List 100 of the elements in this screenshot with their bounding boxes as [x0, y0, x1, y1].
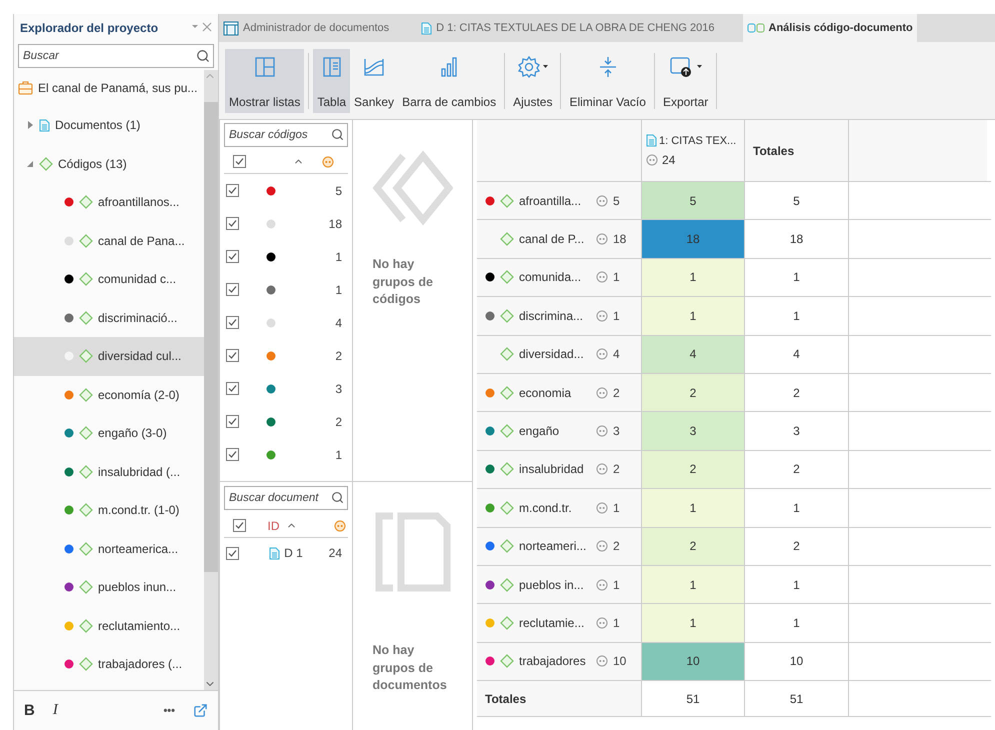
table-cell: 3: [642, 412, 745, 450]
quotation-icon: [596, 386, 608, 399]
empty-message: No hay grupos de códigos: [372, 256, 434, 308]
tree-row[interactable]: afroantillanos...: [14, 183, 204, 222]
quotation-icon: [596, 425, 608, 438]
quotation-count: 1: [335, 448, 342, 462]
quotation-count: 5: [335, 184, 342, 198]
tree-row[interactable]: canal de Pana...: [14, 222, 204, 260]
expand-caret-icon[interactable]: [26, 121, 34, 130]
quotation-count: 4: [613, 347, 620, 362]
row-header: Totales: [485, 692, 526, 706]
code-label: canal de Pana...: [98, 234, 185, 248]
layout-icon: [252, 54, 277, 78]
quotation-count: 5: [613, 194, 620, 208]
tab[interactable]: Análisis código-documento: [742, 14, 917, 42]
toolbar-button[interactable]: Eliminar Vacío: [565, 48, 650, 112]
quotation-icon: [322, 156, 334, 168]
checkbox[interactable]: [226, 316, 239, 329]
table-cell: 18: [642, 220, 745, 258]
tree-row[interactable]: discriminació...: [14, 298, 204, 337]
tree-row[interactable]: insalubridad (...: [14, 452, 204, 491]
tree-row[interactable]: trabajadores (...: [14, 645, 204, 684]
toolbar-button[interactable]: Exportar: [658, 48, 712, 112]
tree-row[interactable]: pueblos inun...: [14, 568, 204, 606]
checkbox[interactable]: [226, 448, 239, 461]
code-label: norteameri...: [519, 539, 588, 554]
panel-title: Explorador del proyecto: [20, 21, 158, 35]
search-field[interactable]: Buscar document: [224, 486, 348, 510]
checkbox[interactable]: [226, 382, 239, 395]
code-label: afroantillanos...: [98, 195, 180, 210]
quotation-icon: [596, 348, 608, 360]
column-header[interactable]: ID: [268, 518, 280, 532]
code-label: engaño: [519, 424, 560, 438]
pin-close-icon[interactable]: [190, 22, 212, 32]
tree-row[interactable]: m.cond.tr. (1-0): [14, 491, 204, 530]
code-icon: [500, 654, 514, 668]
code-label: trabajadores (...: [98, 657, 182, 672]
column-header[interactable]: 1: CITAS TEX...: [659, 134, 736, 146]
quotation-icon: [596, 310, 608, 322]
code-label: engaño (3-0): [98, 426, 167, 440]
document-group-icon: [372, 512, 452, 592]
quotation-count: 2: [335, 348, 342, 362]
tree-row[interactable]: norteamerica...: [14, 530, 204, 568]
quotation-count: 1: [613, 270, 620, 284]
tree-row[interactable]: reclutamiento...: [14, 606, 204, 645]
external-link-icon[interactable]: [193, 703, 208, 718]
scrollbar-thumb[interactable]: [204, 102, 218, 572]
collapse-caret-icon[interactable]: [26, 160, 34, 168]
code-label: pueblos inun...: [98, 580, 176, 594]
project-name[interactable]: El canal de Panamá, sus pu...: [38, 81, 198, 95]
document-icon: [646, 134, 657, 147]
checkbox[interactable]: [226, 546, 239, 560]
code-icon: [500, 424, 514, 438]
checkbox[interactable]: [226, 184, 239, 197]
document-id: D 1: [284, 546, 303, 560]
quotation-icon: [596, 194, 608, 207]
quotation-count: 2: [613, 462, 620, 476]
search-field[interactable]: Buscar: [18, 44, 214, 68]
checkbox[interactable]: [226, 283, 239, 296]
code-label: reclutamie...: [519, 616, 586, 630]
checkbox[interactable]: [226, 415, 239, 428]
code-icon: [39, 156, 53, 171]
code-label: economía (2-0): [98, 388, 180, 402]
search-field[interactable]: Buscar códigos: [224, 123, 348, 147]
quotation-count: 2: [613, 386, 620, 400]
checkbox[interactable]: [232, 155, 246, 168]
code-label: norteamerica...: [98, 542, 178, 556]
scrollbar[interactable]: [204, 70, 218, 690]
checkbox[interactable]: [226, 349, 239, 362]
tree-row[interactable]: comunidad c...: [14, 260, 204, 298]
italic-button[interactable]: I: [52, 702, 58, 719]
code-label: insalubridad (...: [98, 464, 180, 479]
quotation-icon: [596, 540, 608, 552]
toolbar-button[interactable]: Barra de cambios: [398, 48, 500, 112]
checkbox[interactable]: [226, 250, 239, 263]
quotation-count: 10: [613, 654, 626, 668]
tree-item[interactable]: Códigos (13): [58, 156, 127, 171]
checkbox[interactable]: [226, 217, 239, 230]
quotation-count: 4: [335, 316, 342, 330]
column-header[interactable]: Totales: [753, 144, 794, 158]
toolbar-button[interactable]: Ajustes: [509, 48, 556, 112]
toolbar-button[interactable]: Sankey: [350, 48, 398, 112]
bold-button[interactable]: B: [24, 702, 35, 719]
code-icon: [500, 194, 514, 208]
code-icon: [79, 580, 93, 594]
table-cell: 2: [642, 528, 745, 565]
more-button[interactable]: •••: [163, 704, 175, 716]
quotation-count: 2: [335, 414, 342, 428]
tree-row[interactable]: diversidad cul...: [14, 337, 204, 376]
checkbox[interactable]: [232, 519, 246, 532]
toolbar-button[interactable]: Tabla: [313, 48, 350, 112]
code-label: comunida...: [519, 270, 582, 284]
tree-item[interactable]: Documentos (1): [55, 118, 140, 132]
tree-row[interactable]: economía (2-0): [14, 376, 204, 414]
code-label: economia: [519, 386, 572, 400]
code-icon: [79, 542, 93, 556]
toolbar-button[interactable]: Mostrar listas: [225, 48, 304, 112]
quotation-count: 2: [613, 539, 620, 554]
tree-row[interactable]: engaño (3-0): [14, 414, 204, 452]
code-label: comunidad c...: [98, 272, 176, 286]
